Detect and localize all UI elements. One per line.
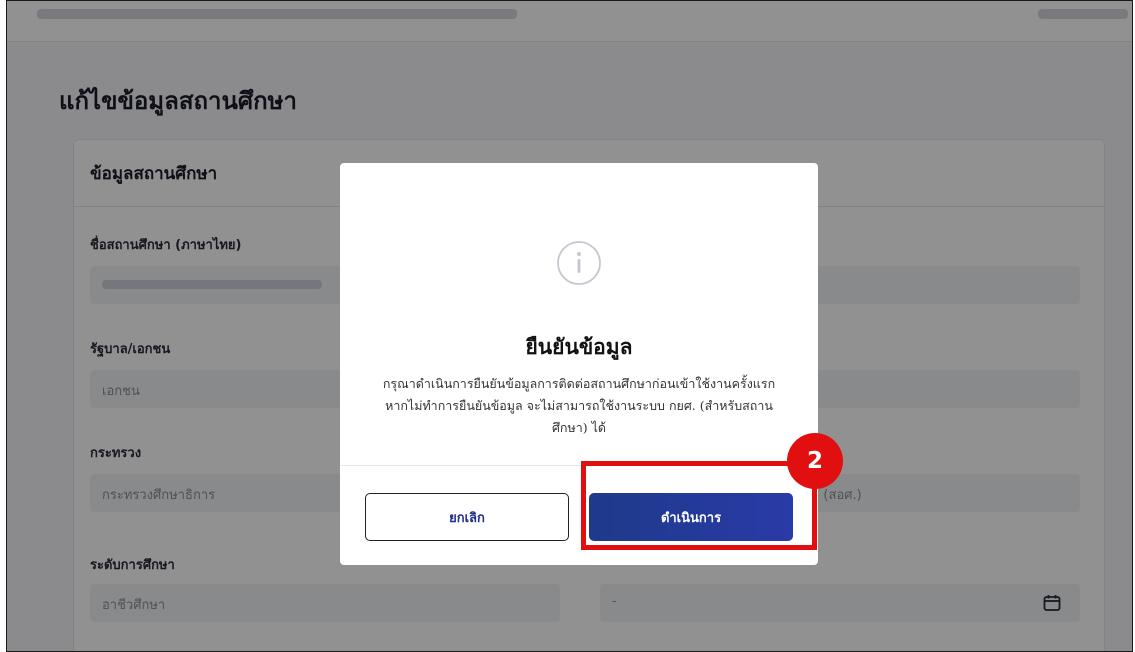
step-number-badge: 2 <box>787 433 843 489</box>
dialog-message: กรุณาดำเนินการยืนยันข้อมูลการติดต่อสถานศ… <box>382 376 776 435</box>
info-icon <box>555 239 603 291</box>
app-window: แก้ไขข้อมูลสถานศึกษา ข้อมูลสถานศึกษา ชื่… <box>6 0 1133 652</box>
dialog-body: ยืนยันข้อมูล กรุณาดำเนินการยืนยันข้อมูลก… <box>340 163 818 465</box>
dialog-title: ยืนยันข้อมูล <box>525 335 633 359</box>
step-highlight-box <box>581 461 817 550</box>
cancel-button[interactable]: ยกเลิก <box>365 493 569 541</box>
